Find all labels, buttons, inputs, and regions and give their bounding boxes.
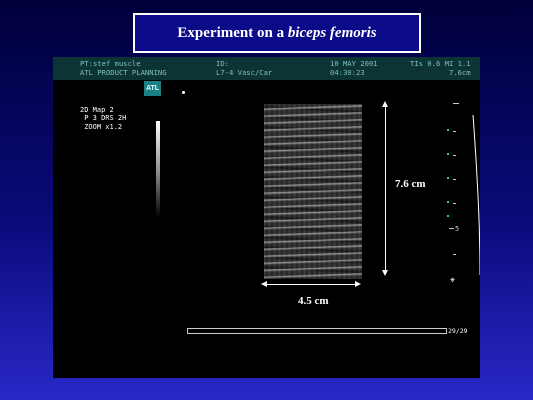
patient-name: PT:stef muscle bbox=[80, 59, 141, 68]
cine-frame-label: 29/29 bbox=[448, 327, 468, 335]
exam-date: 10 MAY 2001 bbox=[330, 59, 378, 68]
scale-dot bbox=[447, 177, 449, 179]
logo-text: ATL bbox=[145, 85, 160, 92]
depth-tick bbox=[453, 179, 456, 180]
vertical-caliper-line bbox=[385, 104, 386, 272]
scale-dot bbox=[447, 129, 449, 131]
slide-title: Experiment on a biceps femoris bbox=[133, 13, 421, 53]
slide-title-italic: biceps femoris bbox=[287, 24, 377, 41]
arrow-right-icon bbox=[355, 281, 361, 287]
ultrasound-panel: PT:stef muscle ATL PRODUCT PLANNING ID: … bbox=[53, 57, 480, 378]
depth-tick bbox=[453, 103, 459, 104]
organization: ATL PRODUCT PLANNING bbox=[80, 68, 167, 77]
depth-tick bbox=[453, 254, 456, 255]
grayscale-bar bbox=[156, 121, 160, 217]
scale-dot bbox=[447, 153, 449, 155]
atl-logo-icon: ATL bbox=[144, 81, 161, 96]
exam-time: 04:30:23 bbox=[330, 68, 365, 77]
horizontal-measurement-label: 4.5 cm bbox=[298, 295, 329, 307]
vertical-measurement-label: 7.6 cm bbox=[395, 178, 426, 190]
id-label: ID: bbox=[216, 59, 229, 68]
scale-dot bbox=[447, 215, 449, 217]
param-line-1: 2D Map 2 bbox=[80, 106, 114, 114]
ultrasound-image bbox=[264, 104, 362, 279]
depth-tick bbox=[453, 203, 456, 204]
depth-readout: 7.6cm bbox=[449, 68, 471, 77]
depth-mark-label: 5 bbox=[455, 225, 460, 233]
probe-label: L7-4 Vasc/Car bbox=[216, 68, 273, 77]
imaging-params: 2D Map 2 P 3 DRS 2H ZOOM x1.2 bbox=[80, 106, 126, 131]
tgc-curve bbox=[472, 115, 480, 275]
param-line-2: P 3 DRS 2H bbox=[80, 114, 127, 123]
scale-dot bbox=[447, 201, 449, 203]
depth-tick bbox=[449, 228, 454, 229]
scanner-header: PT:stef muscle ATL PRODUCT PLANNING ID: … bbox=[53, 57, 480, 80]
param-line-3: ZOOM x1.2 bbox=[80, 122, 123, 131]
safety-indices: TIs 0.6 MI 1.1 bbox=[410, 59, 471, 68]
depth-tick bbox=[453, 131, 456, 132]
slide-title-plain: Experiment on a bbox=[177, 24, 285, 41]
focus-crosshair-icon: ⌖ bbox=[449, 275, 456, 285]
marker-dot bbox=[182, 91, 185, 94]
horizontal-caliper-line bbox=[264, 284, 357, 285]
arrow-up-icon bbox=[382, 101, 388, 107]
arrow-down-icon bbox=[382, 270, 388, 276]
arrow-left-icon bbox=[261, 281, 267, 287]
depth-tick bbox=[453, 155, 456, 156]
cine-progress-bar[interactable] bbox=[187, 328, 447, 334]
